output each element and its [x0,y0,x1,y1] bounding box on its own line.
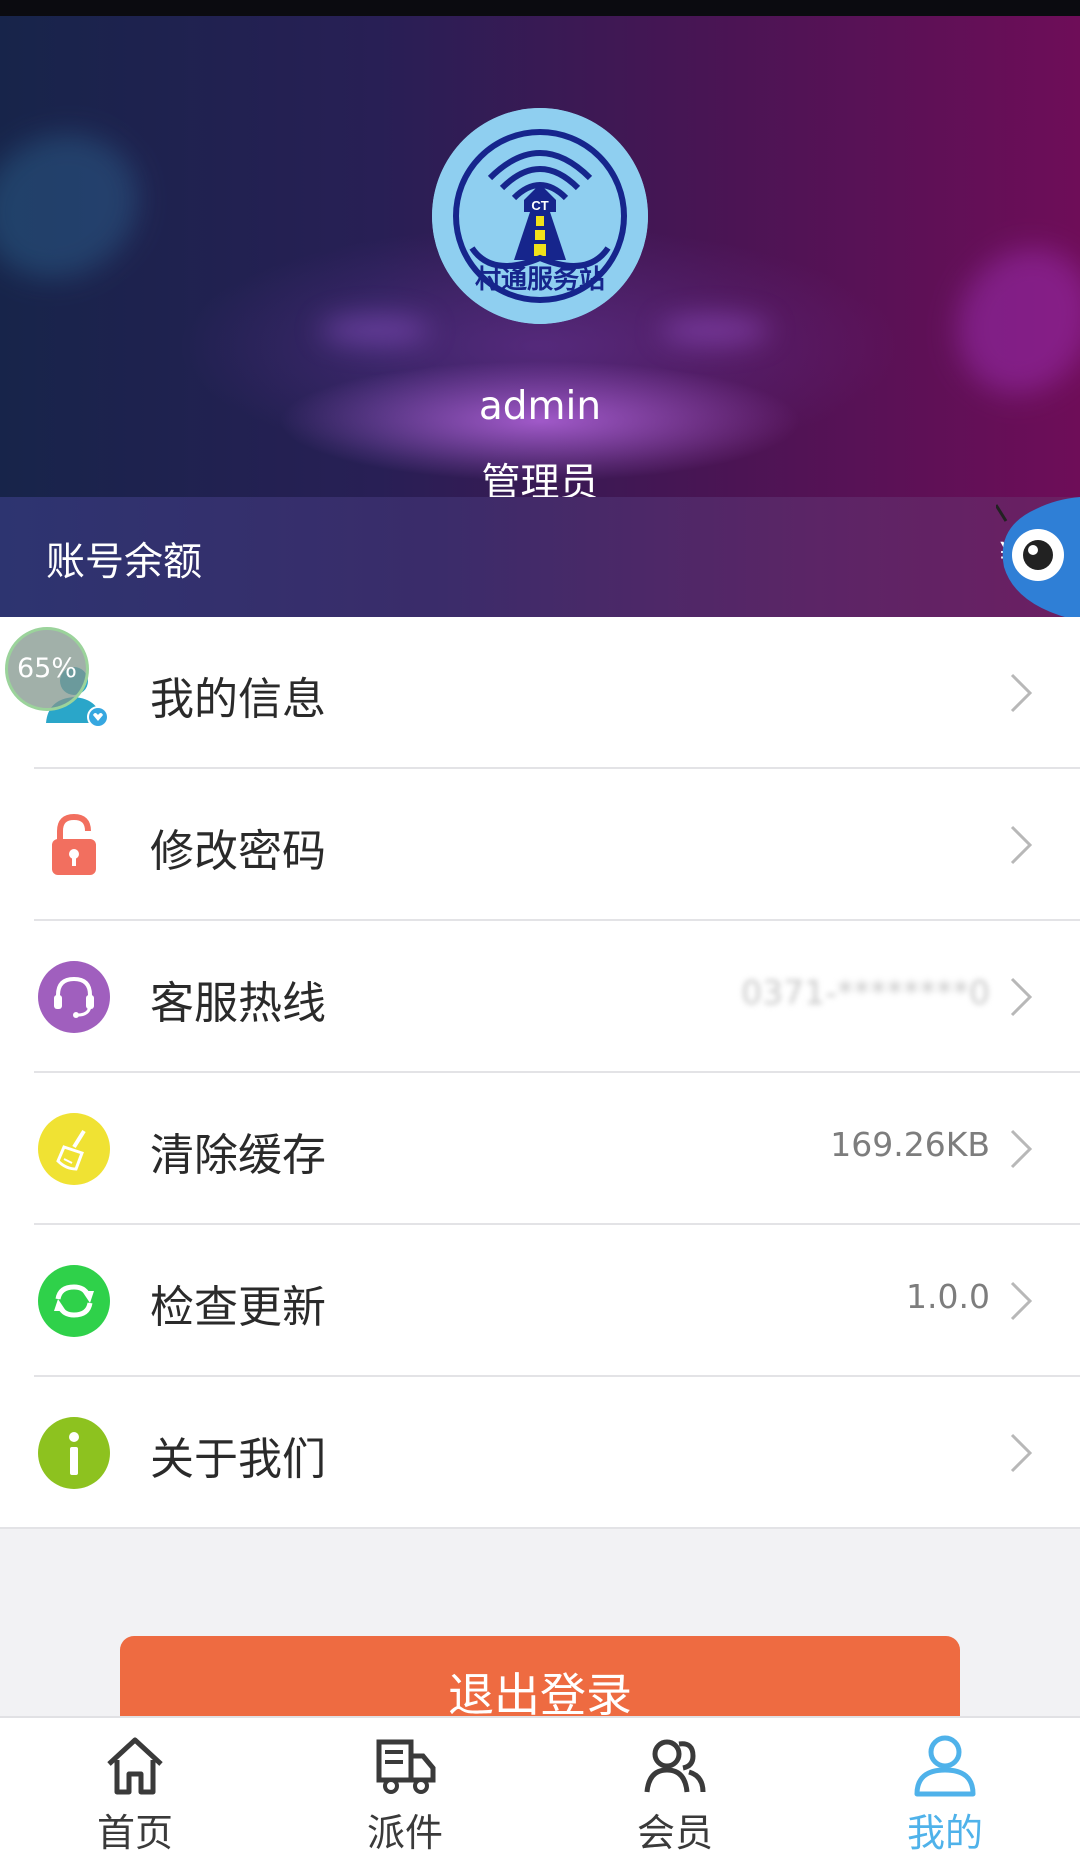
cache-size: 169.26KB [830,1125,990,1164]
profile-icon [911,1732,979,1800]
balance-label: 账号余额 [46,540,203,585]
headset-icon [38,961,110,1033]
svg-text:CT: CT [531,198,548,213]
menu-item-label: 关于我们 [150,1434,326,1485]
nav-tab-mine[interactable]: 我的 [810,1718,1080,1867]
menu-item-label: 我的信息 [150,674,326,725]
floating-assistant-icon[interactable] [994,497,1080,621]
profile-header: CT 村通服务站 admin 管理员 [0,16,1080,497]
menu-item-label: 清除缓存 [150,1130,326,1181]
decor-glow [0,108,163,304]
broom-icon [38,1113,110,1185]
username: admin [478,384,602,429]
menu-item-label: 检查更新 [150,1282,326,1333]
menu-item-check-update[interactable]: 检查更新 1.0.0 [0,1225,1080,1377]
chevron-right-icon [1006,1279,1036,1323]
chevron-right-icon [1006,975,1036,1019]
divider [0,1527,1080,1529]
memory-usage-badge[interactable]: 65% [5,627,89,711]
nav-label: 会员 [636,1811,713,1855]
nav-label: 派件 [366,1811,443,1855]
user-role: 管理员 [481,461,599,497]
menu-item-my-info[interactable]: 我的信息 [0,617,1080,769]
station-logo-icon: CT 村通服务站 [432,108,648,324]
menu-item-change-password[interactable]: 修改密码 [0,769,1080,921]
members-icon [641,1732,709,1800]
decor-glow [660,316,770,344]
status-bar [0,0,1080,16]
svg-text:村通服务站: 村通服务站 [475,265,605,295]
decor-glow [320,316,430,344]
version-number: 1.0.0 [906,1277,990,1316]
menu-item-clear-cache[interactable]: 清除缓存 169.26KB [0,1073,1080,1225]
nav-tab-home[interactable]: 首页 [0,1718,270,1867]
menu-item-service-hotline[interactable]: 客服热线 0371-********0 [0,921,1080,1073]
home-icon [101,1732,169,1800]
chevron-right-icon [1006,671,1036,715]
hotline-number: 0371-********0 [741,973,990,1012]
lock-icon [38,809,110,881]
nav-label: 我的 [906,1811,983,1855]
nav-tab-members[interactable]: 会员 [540,1718,810,1867]
nav-label: 首页 [96,1811,173,1855]
chevron-right-icon [1006,1431,1036,1475]
settings-menu: 我的信息 修改密码 客服热线 0371-********0 清除缓存 169.2… [0,617,1080,1529]
menu-item-about-us[interactable]: 关于我们 [0,1377,1080,1529]
account-balance-bar[interactable]: 账号余额 ¥ [0,497,1080,617]
avatar[interactable]: CT 村通服务站 [432,108,648,324]
menu-item-label: 客服热线 [150,978,326,1029]
chevron-right-icon [1006,823,1036,867]
refresh-icon [38,1265,110,1337]
bottom-nav: 首页 派件 会员 我的 [0,1716,1080,1867]
nav-tab-dispatch[interactable]: 派件 [270,1718,540,1867]
menu-item-label: 修改密码 [150,826,326,877]
info-icon [38,1417,110,1489]
chevron-right-icon [1006,1127,1036,1171]
delivery-truck-icon [371,1732,439,1800]
